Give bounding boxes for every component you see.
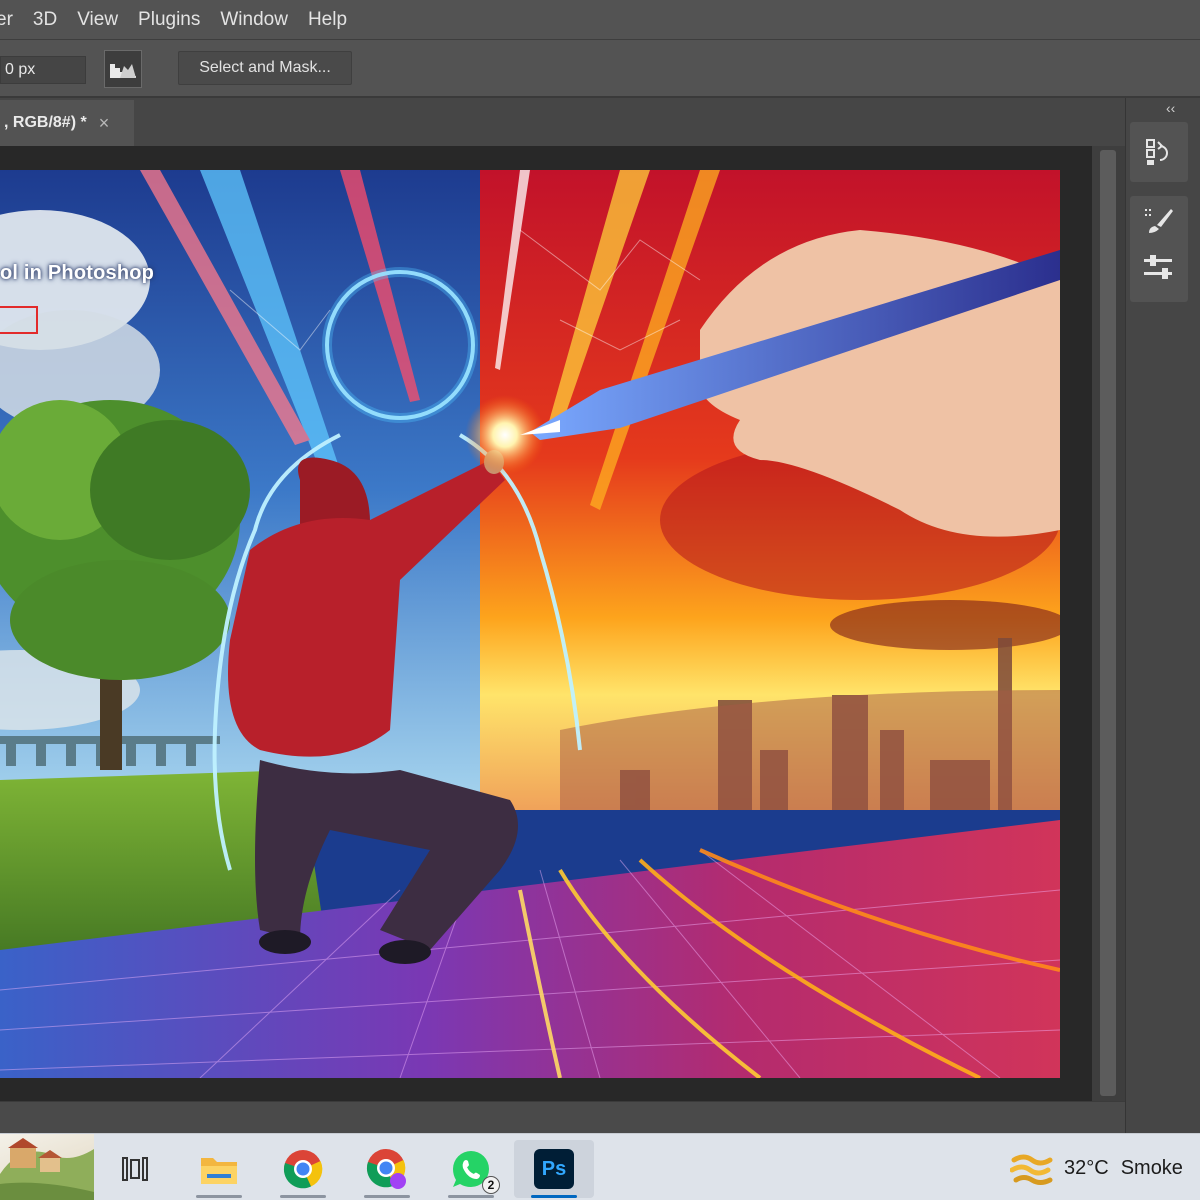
history-icon[interactable] [1130, 122, 1188, 182]
smoke-weather-icon [1010, 1154, 1053, 1185]
document-tab-bar: , RGB/8#) * × [0, 98, 1125, 146]
taskbar-photoshop[interactable]: Ps [514, 1140, 594, 1198]
active-indicator [531, 1195, 577, 1198]
panel-group-tools [1130, 196, 1188, 302]
photoshop-icon: Ps [534, 1149, 574, 1189]
horizontal-scrollbar[interactable] [0, 1101, 1125, 1133]
document-tab-label: , RGB/8#) * [4, 114, 87, 131]
taskbar-task-view[interactable] [102, 1140, 168, 1198]
vertical-scrollbar[interactable] [1092, 146, 1125, 1101]
menu-help[interactable]: Help [298, 0, 357, 40]
anti-alias-icon [110, 64, 136, 78]
chrome-profile-icon [366, 1149, 406, 1189]
windows-taskbar: 2 Ps 32°C Smoke [0, 1133, 1200, 1200]
taskbar-thumbnail-image[interactable] [0, 1134, 94, 1200]
taskbar-chrome[interactable] [270, 1140, 336, 1198]
menu-filter[interactable]: er [0, 0, 23, 40]
artwork-image[interactable]: ol in Photoshop [0, 170, 1060, 1078]
weather-widget[interactable]: 32°C Smoke [1010, 1148, 1183, 1188]
close-icon[interactable]: × [99, 113, 110, 134]
notification-badge: 2 [482, 1176, 500, 1194]
document-tab[interactable]: , RGB/8#) * × [0, 100, 134, 146]
photoshop-icon-label: Ps [541, 1157, 567, 1180]
artwork-overlay-text: ol in Photoshop [0, 262, 155, 284]
weather-condition: Smoke [1120, 1156, 1183, 1179]
running-indicator [280, 1195, 326, 1198]
brush-settings-icon[interactable] [1130, 196, 1188, 244]
menu-3d[interactable]: 3D [23, 0, 67, 40]
taskbar-chrome-profile[interactable] [354, 1140, 420, 1198]
menu-view[interactable]: View [67, 0, 128, 40]
running-indicator [448, 1195, 494, 1198]
adjustments-icon[interactable] [1130, 244, 1188, 292]
panel-group-history [1130, 122, 1188, 182]
chrome-icon [283, 1150, 323, 1189]
anti-alias-button[interactable] [104, 50, 142, 88]
canvas-area[interactable]: ol in Photoshop [0, 146, 1092, 1101]
right-panel-dock: ‹‹ [1125, 98, 1200, 1133]
weather-temperature: 32°C [1064, 1156, 1109, 1179]
running-indicator [364, 1195, 410, 1198]
taskbar-file-explorer[interactable] [186, 1140, 252, 1198]
task-view-icon [122, 1157, 148, 1181]
menu-window[interactable]: Window [210, 0, 298, 40]
options-bar: 0 px Select and Mask... [0, 40, 1200, 98]
menu-plugins[interactable]: Plugins [128, 0, 210, 40]
selection-highlight-box [0, 306, 38, 334]
scroll-thumb[interactable] [1100, 150, 1116, 1096]
artwork-illustration [0, 170, 1060, 1078]
feather-input[interactable]: 0 px [0, 56, 86, 84]
running-indicator [196, 1195, 242, 1198]
taskbar-whatsapp[interactable]: 2 [438, 1140, 504, 1198]
collapse-panels-icon[interactable]: ‹‹ [1166, 100, 1175, 116]
file-explorer-icon [201, 1158, 237, 1184]
menu-bar: er 3D View Plugins Window Help [0, 0, 1200, 40]
select-and-mask-button[interactable]: Select and Mask... [178, 51, 352, 85]
